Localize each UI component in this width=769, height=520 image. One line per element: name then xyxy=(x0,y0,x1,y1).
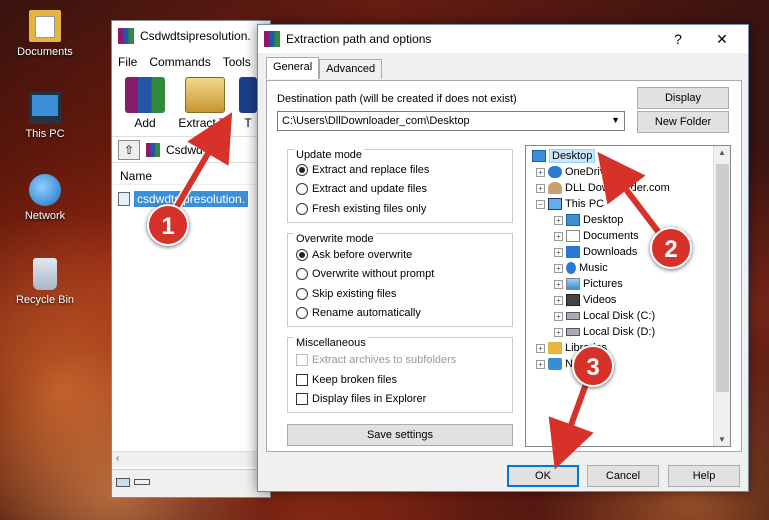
arrow-3 xyxy=(548,382,594,470)
annotation-badge-1: 1 xyxy=(147,204,189,246)
arrow-1 xyxy=(173,112,233,210)
annotation-badge-3: 3 xyxy=(572,345,614,387)
annotation-badge-2: 2 xyxy=(650,227,692,269)
arrow-2 xyxy=(597,151,663,236)
